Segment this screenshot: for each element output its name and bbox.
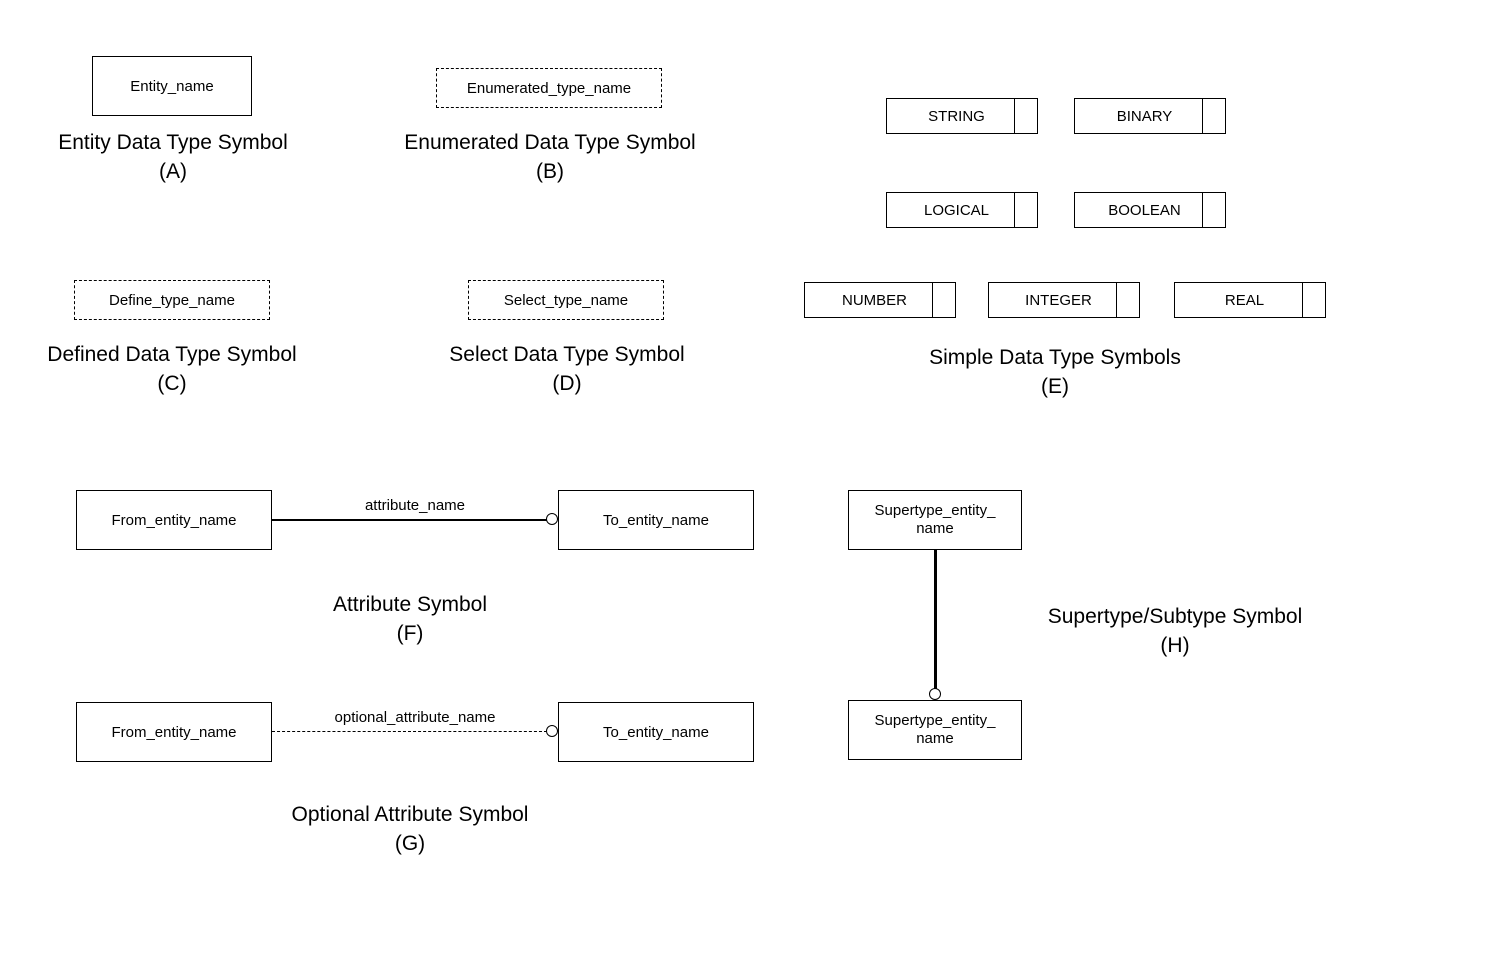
defined-box: Define_type_name bbox=[74, 280, 270, 320]
caption-e: Simple Data Type Symbols (E) bbox=[910, 343, 1200, 402]
caption-c: Defined Data Type Symbol (C) bbox=[40, 340, 304, 399]
enumerated-box: Enumerated_type_name bbox=[436, 68, 662, 108]
simple-type-boolean: BOOLEAN bbox=[1074, 192, 1226, 228]
caption-a: Entity Data Type Symbol (A) bbox=[45, 128, 301, 187]
attribute-to-box: To_entity_name bbox=[558, 490, 754, 550]
simple-type-logical: LOGICAL bbox=[886, 192, 1038, 228]
select-box: Select_type_name bbox=[468, 280, 664, 320]
supertype-line bbox=[934, 550, 937, 690]
attribute-label: attribute_name bbox=[350, 497, 480, 514]
optional-circle bbox=[546, 725, 558, 737]
simple-type-number: NUMBER bbox=[804, 282, 956, 318]
optional-to-box: To_entity_name bbox=[558, 702, 754, 762]
defined-label: Define_type_name bbox=[109, 292, 235, 309]
simple-type-integer: INTEGER bbox=[988, 282, 1140, 318]
subtype-box: Supertype_entity_ name bbox=[848, 700, 1022, 760]
supertype-box: Supertype_entity_ name bbox=[848, 490, 1022, 550]
caption-d: Select Data Type Symbol (D) bbox=[430, 340, 704, 399]
entity-box: Entity_name bbox=[92, 56, 252, 116]
attribute-line bbox=[272, 519, 547, 521]
caption-f: Attribute Symbol (F) bbox=[310, 590, 510, 649]
select-label: Select_type_name bbox=[504, 292, 628, 309]
optional-from-box: From_entity_name bbox=[76, 702, 272, 762]
entity-label: Entity_name bbox=[130, 78, 213, 95]
caption-g: Optional Attribute Symbol (G) bbox=[274, 800, 546, 859]
simple-type-real: REAL bbox=[1174, 282, 1326, 318]
attribute-from-box: From_entity_name bbox=[76, 490, 272, 550]
caption-h: Supertype/Subtype Symbol (H) bbox=[1030, 602, 1320, 661]
optional-label: optional_attribute_name bbox=[316, 709, 514, 726]
optional-line bbox=[272, 731, 547, 732]
caption-b: Enumerated Data Type Symbol (B) bbox=[390, 128, 710, 187]
attribute-circle bbox=[546, 513, 558, 525]
simple-type-string: STRING bbox=[886, 98, 1038, 134]
enumerated-label: Enumerated_type_name bbox=[467, 80, 631, 97]
simple-type-binary: BINARY bbox=[1074, 98, 1226, 134]
supertype-circle bbox=[929, 688, 941, 700]
